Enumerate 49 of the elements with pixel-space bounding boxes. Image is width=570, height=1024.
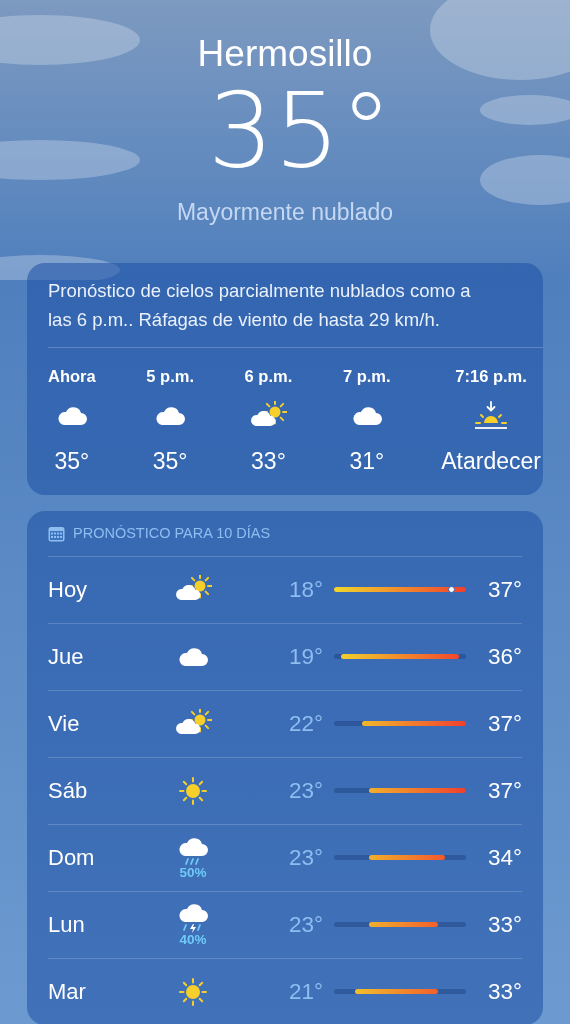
high-temperature: 34° <box>486 843 522 872</box>
hour-value: 33° <box>251 447 286 477</box>
hour-value: 35° <box>54 447 90 477</box>
weather-condition: Mayormente nublado <box>175 197 395 227</box>
rain-cloud-icon <box>177 835 209 866</box>
sun-icon <box>178 775 208 806</box>
section-title: PRONÓSTICO PARA 10 DÍAS <box>73 523 271 543</box>
day-label: Mar <box>48 978 87 1007</box>
current-temperature: 35° <box>206 78 394 183</box>
high-temperature: 37° <box>486 709 522 738</box>
day-label: Jue <box>48 643 85 672</box>
cloud-icon <box>177 645 209 668</box>
low-temperature: 21° <box>287 977 324 1006</box>
day-label: Hoy <box>48 576 89 605</box>
low-temperature: 23° <box>287 843 324 872</box>
precipitation-chance: 50% <box>179 865 207 880</box>
day-label: Sáb <box>48 777 89 806</box>
high-temperature: 36° <box>486 642 522 671</box>
day-label: Dom <box>48 844 96 873</box>
sunset-icon <box>474 401 509 432</box>
forecast-summary: Pronóstico de cielos parcialmente nublados como a las 6 p.m.. Ráfagas de viento de hasta 29 km/h. <box>47 279 472 332</box>
low-temperature: 19° <box>287 642 324 671</box>
sun-icon <box>178 976 208 1007</box>
low-temperature: 18° <box>287 575 324 604</box>
cloud-icon <box>154 405 187 428</box>
hour-value: 31° <box>349 447 385 477</box>
hour-label: 7 p.m. <box>342 365 391 387</box>
hour-label: 6 p.m. <box>244 365 293 387</box>
high-temperature: 33° <box>486 977 522 1006</box>
calendar-icon <box>48 525 65 542</box>
cloud-icon <box>55 405 88 428</box>
hour-value: Atardecer <box>441 447 541 477</box>
hour-label: Ahora <box>48 365 96 387</box>
high-temperature: 37° <box>486 575 522 604</box>
hour-label: 7:16 p.m. <box>455 365 527 387</box>
city-name: Hermosillo <box>196 32 374 75</box>
high-temperature: 37° <box>486 776 522 805</box>
hour-label: 5 p.m. <box>146 365 194 387</box>
low-temperature: 23° <box>287 776 324 805</box>
temperature-range-bar <box>368 922 439 928</box>
cloud-icon <box>350 405 383 428</box>
low-temperature: 23° <box>287 910 324 939</box>
precipitation-chance: 40% <box>179 933 207 947</box>
day-label: Lun <box>48 911 86 940</box>
hour-value: 35° <box>152 447 188 477</box>
day-label: Vie <box>48 710 81 739</box>
high-temperature: 33° <box>486 910 522 939</box>
low-temperature: 22° <box>287 709 324 738</box>
lightning-cloud-icon <box>177 902 209 934</box>
